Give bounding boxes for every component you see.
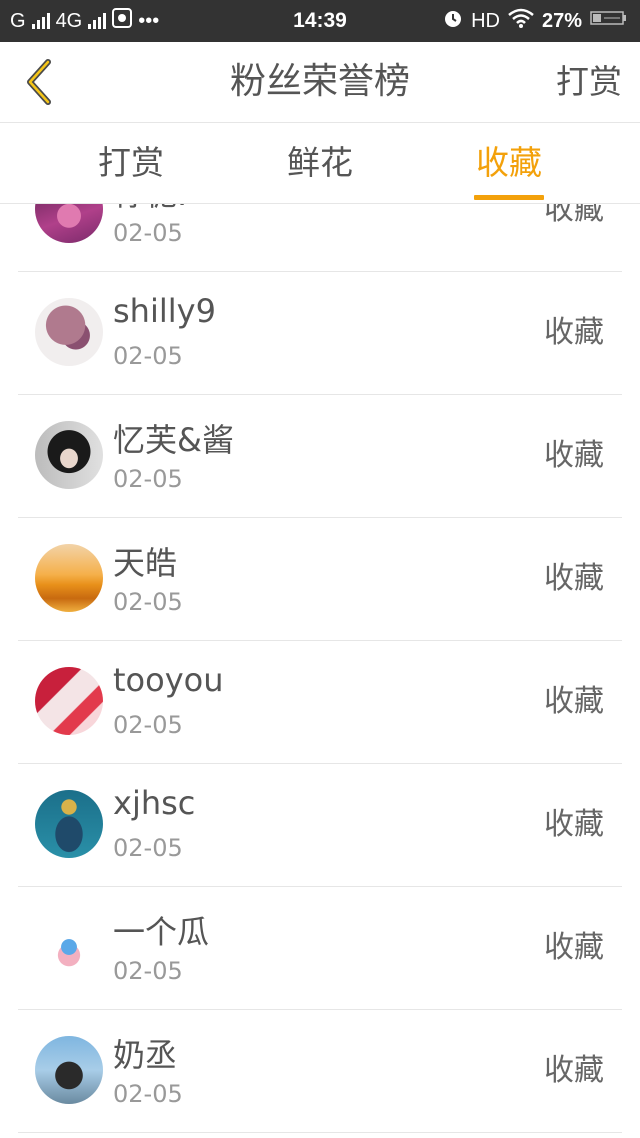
tab-active-indicator (474, 195, 544, 200)
fan-action-type: 收藏 (544, 204, 604, 227)
carrier-label-2: 4G (55, 9, 83, 32)
battery-icon (590, 9, 628, 33)
reward-button[interactable]: 打赏 (556, 42, 622, 122)
list-item[interactable]: xjhsc 02-05 收藏 (18, 764, 622, 887)
tab-flowers[interactable]: 鲜花 (262, 123, 378, 203)
fan-name: 奶丞 (113, 1036, 178, 1074)
fan-name: 一个瓜 (113, 913, 210, 951)
hd-label: HD (471, 9, 500, 32)
signal-icon-2 (88, 13, 107, 29)
fan-date: 02-05 (113, 219, 183, 247)
page-title: 粉丝荣誉榜 (229, 61, 410, 102)
fan-action-type: 收藏 (544, 315, 604, 350)
list-item[interactable]: 柠栀.* 02-05 收藏 (18, 204, 622, 272)
avatar (35, 667, 103, 735)
list-item[interactable]: shilly9 02-05 收藏 (18, 272, 622, 395)
avatar (35, 204, 103, 243)
fan-name: xjhsc (113, 784, 196, 822)
tab-label: 鲜花 (287, 143, 353, 182)
more-indicator: ••• (138, 9, 160, 32)
avatar (35, 544, 103, 612)
fan-action-type: 收藏 (544, 1053, 604, 1088)
chevron-left-icon (27, 59, 51, 105)
carrier-label-1: G (10, 9, 26, 32)
tab-favorites[interactable]: 收藏 (378, 123, 640, 203)
tab-label: 打赏 (98, 143, 164, 182)
fan-action-type: 收藏 (544, 930, 604, 965)
fan-date: 02-05 (113, 342, 183, 370)
avatar (35, 421, 103, 489)
fan-name: 柠栀.* (113, 204, 203, 215)
fan-list-content: 柠栀.* 02-05 收藏 shilly9 02-05 收藏 忆芙&酱 02-0… (0, 204, 640, 1133)
notification-icon (112, 8, 133, 34)
fan-name: shilly9 (113, 292, 216, 330)
signal-icon (31, 13, 50, 29)
nav-bar: 粉丝荣誉榜 打赏 (0, 42, 640, 123)
fan-date: 02-05 (113, 1080, 183, 1108)
fan-action-type: 收藏 (544, 561, 604, 596)
fan-name: 天皓 (113, 544, 178, 582)
fan-list[interactable]: 柠栀.* 02-05 收藏 shilly9 02-05 收藏 忆芙&酱 02-0… (0, 204, 640, 1138)
avatar (35, 1036, 103, 1104)
fan-date: 02-05 (113, 465, 183, 493)
wifi-icon (508, 8, 534, 34)
back-button[interactable] (10, 52, 70, 112)
fan-date: 02-05 (113, 834, 183, 862)
avatar (35, 790, 103, 858)
list-item[interactable]: 忆芙&酱 02-05 收藏 (18, 395, 622, 518)
status-bar: G 4G ••• 14:39 HD 27% (0, 0, 640, 42)
tab-label: 收藏 (476, 143, 542, 182)
list-item[interactable]: 天皓 02-05 收藏 (18, 518, 622, 641)
fan-name: 忆芙&酱 (113, 421, 234, 459)
fan-date: 02-05 (113, 711, 183, 739)
tab-reward[interactable]: 打赏 (0, 123, 262, 203)
tab-bar: 打赏 鲜花 收藏 (0, 123, 640, 204)
list-item[interactable]: 奶丞 02-05 收藏 (18, 1010, 622, 1133)
fan-action-type: 收藏 (544, 438, 604, 473)
battery-percent: 27% (541, 9, 582, 32)
avatar (35, 298, 103, 366)
list-item[interactable]: 一个瓜 02-05 收藏 (18, 887, 622, 1010)
avatar (35, 913, 103, 981)
alarm-icon (443, 8, 463, 34)
status-left: G 4G ••• (10, 0, 159, 42)
list-item[interactable]: tooyou 02-05 收藏 (18, 641, 622, 764)
fan-action-type: 收藏 (544, 807, 604, 842)
fan-action-type: 收藏 (544, 684, 604, 719)
fan-date: 02-05 (113, 588, 183, 616)
fan-date: 02-05 (113, 957, 183, 985)
status-right: HD 27% (443, 0, 628, 42)
fan-name: tooyou (113, 661, 224, 699)
